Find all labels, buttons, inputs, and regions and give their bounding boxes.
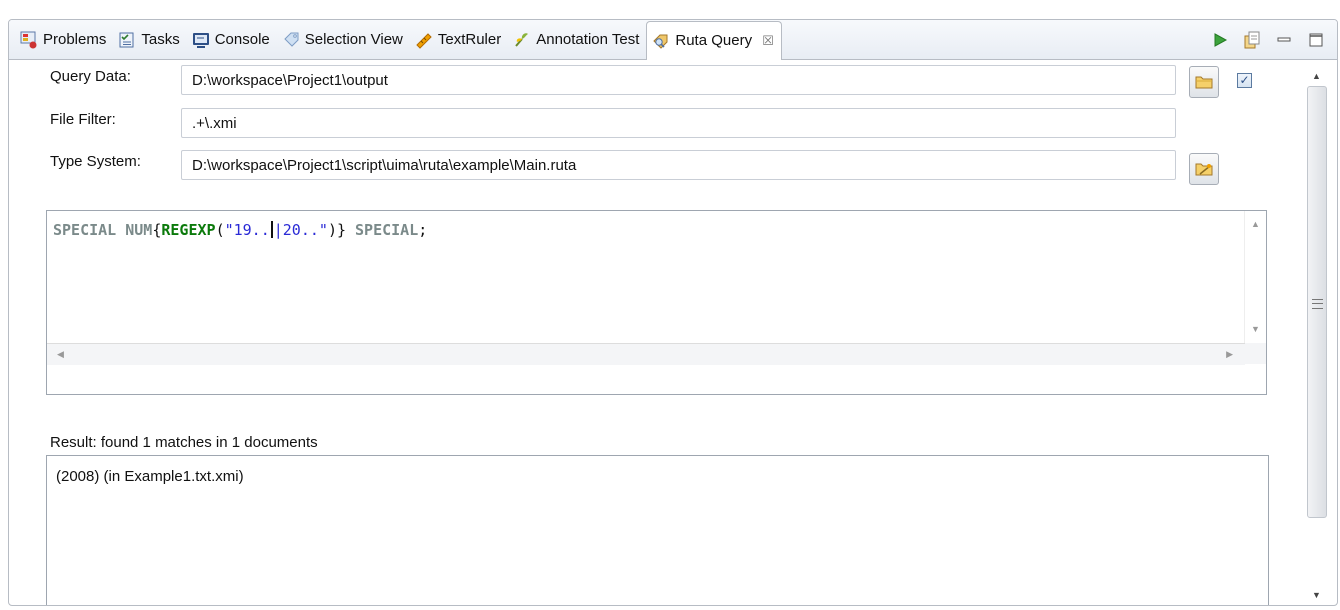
tab-label: TextRuler <box>437 31 502 48</box>
type-system-label: Type System: <box>50 153 141 170</box>
view-vertical-scrollbar[interactable]: ▲ ▼ <box>1306 68 1328 604</box>
maximize-icon[interactable] <box>1307 31 1325 49</box>
open-file-icon <box>1195 163 1213 176</box>
scroll-up-arrow[interactable]: ▲ <box>1312 71 1321 81</box>
tab-label: Tasks <box>141 31 180 48</box>
keyword-token: SPECIAL <box>346 221 419 239</box>
result-summary: Result: found 1 matches in 1 documents <box>50 434 318 451</box>
tab-tasks[interactable]: Tasks <box>113 25 186 55</box>
view-tab-bar: Problems Tasks Console Selection View Te… <box>9 20 1337 60</box>
type-system-field[interactable]: D:\workspace\Project1\script\uima\ruta\e… <box>181 150 1176 180</box>
ruta-query-view: Problems Tasks Console Selection View Te… <box>8 19 1338 606</box>
tab-label: Problems <box>43 31 107 48</box>
ruta-query-icon <box>652 32 670 50</box>
problems-icon <box>20 31 38 49</box>
run-icon[interactable] <box>1211 31 1229 49</box>
function-token: REGEXP <box>161 221 216 239</box>
query-panel: Query Data: D:\workspace\Project1\output… <box>9 60 1289 605</box>
tab-label: Annotation Test <box>536 31 640 48</box>
closing-token: )} <box>327 221 346 239</box>
editor-vertical-scrollbar[interactable]: ▲ ▼ <box>1244 211 1266 343</box>
grip-icon <box>1312 299 1323 309</box>
scroll-right-arrow[interactable]: ▶ <box>1226 349 1233 360</box>
result-list[interactable]: (2008) (in Example1.txt.xmi) <box>46 455 1269 605</box>
string-token: "19.. <box>224 221 270 239</box>
result-item[interactable]: (2008) (in Example1.txt.xmi) <box>56 468 244 485</box>
tab-label: Console <box>214 31 270 48</box>
tasks-icon <box>118 31 136 49</box>
tab-problems[interactable]: Problems <box>15 25 113 55</box>
browse-folder-button[interactable] <box>1189 66 1219 98</box>
string-token: |20.." <box>273 221 328 239</box>
tab-selection-view[interactable]: Selection View <box>277 25 410 55</box>
semicolon-token: ; <box>418 221 428 239</box>
paren-token: ( <box>215 221 225 239</box>
tab-annotation-test[interactable]: Annotation Test <box>508 25 646 55</box>
scroll-down-arrow[interactable]: ▼ <box>1312 590 1321 600</box>
scrollbar-thumb[interactable] <box>1307 86 1327 518</box>
annotation-test-icon <box>513 31 531 49</box>
query-data-field[interactable]: D:\workspace\Project1\output <box>181 65 1176 95</box>
tab-list: Problems Tasks Console Selection View Te… <box>15 20 782 60</box>
tab-console[interactable]: Console <box>187 25 277 55</box>
view-toolbar <box>1211 20 1325 59</box>
query-code-line[interactable]: SPECIAL NUM{REGEXP("19.. |20..")} SPECIAL… <box>53 221 427 239</box>
selection-view-icon <box>282 31 300 49</box>
file-filter-field[interactable]: .+\.xmi <box>181 108 1176 138</box>
file-filter-label: File Filter: <box>50 111 116 128</box>
export-icon[interactable] <box>1243 31 1261 49</box>
scroll-up-arrow[interactable]: ▲ <box>1251 219 1260 229</box>
tab-textruler[interactable]: TextRuler <box>410 25 508 55</box>
textruler-icon <box>415 31 433 49</box>
tab-label: Ruta Query <box>675 32 753 49</box>
query-editor[interactable]: SPECIAL NUM{REGEXP("19.. |20..")} SPECIAL… <box>46 210 1267 395</box>
editor-horizontal-scrollbar[interactable]: ◀ ▶ <box>47 343 1245 365</box>
tab-ruta-query[interactable]: Ruta Query ☒ <box>646 20 782 60</box>
console-icon <box>192 31 210 49</box>
browse-type-system-button[interactable] <box>1189 153 1219 185</box>
text-cursor <box>270 221 273 238</box>
folder-icon <box>1195 76 1213 89</box>
query-data-label: Query Data: <box>50 68 131 85</box>
scroll-left-arrow[interactable]: ◀ <box>57 349 64 360</box>
scroll-down-arrow[interactable]: ▼ <box>1251 324 1260 334</box>
minimize-icon[interactable] <box>1275 31 1293 49</box>
keyword-token: SPECIAL NUM <box>53 221 153 239</box>
tab-label: Selection View <box>304 31 403 48</box>
recursive-checkbox[interactable]: ✓ <box>1237 73 1252 88</box>
close-icon[interactable]: ☒ <box>762 33 774 49</box>
scrollbar-corner <box>1245 343 1266 364</box>
